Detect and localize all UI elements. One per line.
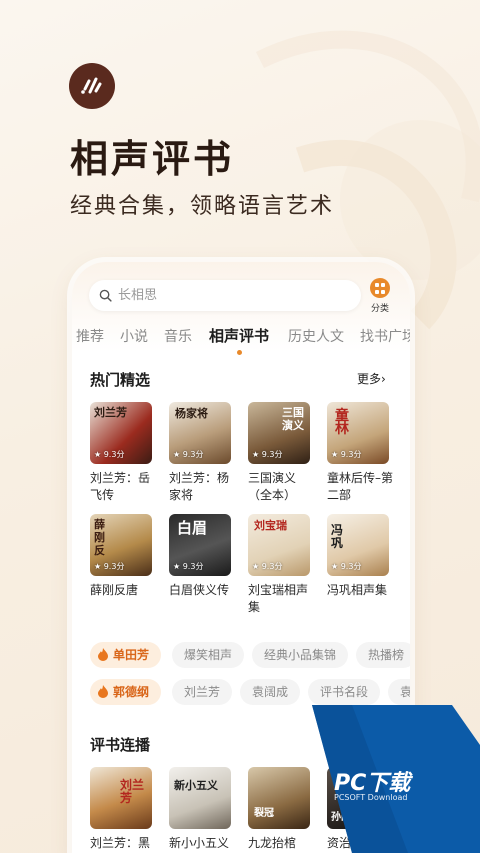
cover-title: 裂冠	[254, 808, 274, 819]
tag-chip-hot[interactable]: 单田芳	[90, 642, 162, 668]
book-card[interactable]: 裂冠 九龙抬棺	[248, 767, 310, 852]
book-cover: 刘宝瑞 ★ 9.3分	[248, 514, 310, 576]
book-cover: 刘兰芳	[90, 767, 152, 829]
cover-title: 冯巩	[331, 523, 344, 550]
book-card[interactable]: 新小五义 新小小五义	[169, 767, 231, 852]
tag-chip[interactable]: 袁阔成	[240, 679, 301, 705]
book-cover: 杨家将 ★ 9.3分	[169, 402, 231, 464]
tab-recommend[interactable]: 推荐	[76, 326, 104, 346]
book-card[interactable]: 刘兰芳 刘兰芳：黑	[90, 767, 152, 852]
tab-book-plaza[interactable]: 找书广场	[360, 326, 410, 346]
rating-badge: ★ 9.3分	[173, 450, 204, 459]
search-input[interactable]	[118, 288, 338, 303]
cover-title: 杨家将	[175, 407, 208, 420]
book-title: 刘宝瑞相声集	[248, 583, 309, 614]
book-cover: 裂冠	[248, 767, 310, 829]
active-tab-indicator	[237, 350, 242, 355]
book-title: 刘兰芳：黑	[90, 836, 151, 850]
book-cover: 刘兰芳 ★ 9.3分	[90, 402, 152, 464]
book-title: 三国演义（全本）	[248, 471, 297, 502]
category-grid-icon	[370, 278, 390, 298]
cover-title: 童林	[335, 408, 349, 437]
book-title: 薛刚反唐	[90, 583, 139, 597]
tab-crosstalk[interactable]: 相声评书	[209, 325, 269, 346]
rating-badge: ★ 9.3分	[94, 562, 125, 571]
tag-chip[interactable]: 刘兰芳	[172, 679, 233, 705]
tag-chip[interactable]: 评书名段	[308, 679, 381, 705]
book-card[interactable]: 冯巩 ★ 9.3分 冯巩相声集	[327, 514, 389, 599]
hero-subtitle: 经典合集，领略语言艺术	[70, 194, 335, 219]
search-bar[interactable]	[89, 280, 361, 311]
book-card[interactable]: 白眉 ★ 9.3分 白眉侠义传	[169, 514, 231, 599]
book-title: 九龙抬棺	[248, 836, 297, 850]
book-title: 新小小五义	[169, 836, 230, 850]
book-cover: 童林 ★ 9.3分	[327, 402, 389, 464]
cover-title: 刘兰芳	[120, 778, 145, 805]
book-cover: 白眉 ★ 9.3分	[169, 514, 231, 576]
watermark-overlay: PC下载 PCSOFT Download	[312, 705, 480, 853]
cover-title: 白眉	[177, 519, 208, 537]
more-link[interactable]: 更多›	[357, 370, 386, 387]
hero-title: 相声评书	[70, 137, 235, 181]
tag-chip[interactable]: 经典小品集锦	[252, 642, 349, 668]
tab-history[interactable]: 历史人文	[288, 326, 344, 346]
book-title: 刘兰芳：杨家将	[169, 471, 230, 502]
rating-badge: ★ 9.3分	[331, 562, 362, 571]
book-card[interactable]: 刘兰芳 ★ 9.3分 刘兰芳：岳飞传	[90, 402, 152, 504]
tag-chip[interactable]: 袁	[388, 679, 410, 705]
rating-badge: ★ 9.3分	[94, 450, 125, 459]
book-card[interactable]: 童林 ★ 9.3分 童林后传–第二部	[327, 402, 393, 504]
book-cover: 新小五义	[169, 767, 231, 829]
rating-badge: ★ 9.3分	[331, 450, 362, 459]
watermark-sub: PCSOFT Download	[334, 793, 408, 802]
book-cover: 三国演义 ★ 9.3分	[248, 402, 310, 464]
category-label: 分类	[370, 304, 389, 314]
flame-icon	[98, 648, 108, 661]
book-title: 冯巩相声集	[327, 583, 388, 597]
serial-section-title: 评书连播	[90, 736, 151, 754]
cover-title: 新小五义	[174, 779, 218, 792]
tab-novel[interactable]: 小说	[120, 326, 148, 346]
cover-title: 刘兰芳	[94, 406, 127, 419]
book-card[interactable]: 三国演义 ★ 9.3分 三国演义（全本）	[248, 402, 310, 504]
tag-chip[interactable]: 爆笑相声	[172, 642, 245, 668]
hot-section-title: 热门精选	[90, 371, 151, 389]
rating-badge: ★ 9.3分	[252, 450, 283, 459]
search-icon	[99, 289, 112, 302]
cover-title: 刘宝瑞	[254, 519, 287, 532]
rating-badge: ★ 9.3分	[173, 562, 204, 571]
chip-label: 单田芳	[113, 648, 150, 662]
tag-chip-hot[interactable]: 郭德纲	[90, 679, 162, 705]
book-cover: 冯巩 ★ 9.3分	[327, 514, 389, 576]
cover-title: 三国演义	[282, 406, 304, 432]
book-title: 白眉侠义传	[169, 583, 230, 597]
book-title: 刘兰芳：岳飞传	[90, 471, 151, 502]
app-logo-icon	[69, 63, 115, 109]
tab-music[interactable]: 音乐	[164, 326, 192, 346]
chip-label: 郭德纲	[113, 685, 150, 699]
book-card[interactable]: 杨家将 ★ 9.3分 刘兰芳：杨家将	[169, 402, 231, 504]
book-card[interactable]: 薛刚反 ★ 9.3分 薛刚反唐	[90, 514, 152, 599]
rating-badge: ★ 9.3分	[252, 562, 283, 571]
book-title: 童林后传–第二部	[327, 471, 394, 502]
book-cover: 薛刚反 ★ 9.3分	[90, 514, 152, 576]
cover-title: 薛刚反	[94, 518, 105, 557]
book-card[interactable]: 刘宝瑞 ★ 9.3分 刘宝瑞相声集	[248, 514, 310, 616]
flame-icon	[98, 685, 108, 698]
tag-chip[interactable]: 热播榜	[356, 642, 410, 668]
category-button[interactable]: 分类	[366, 278, 394, 318]
